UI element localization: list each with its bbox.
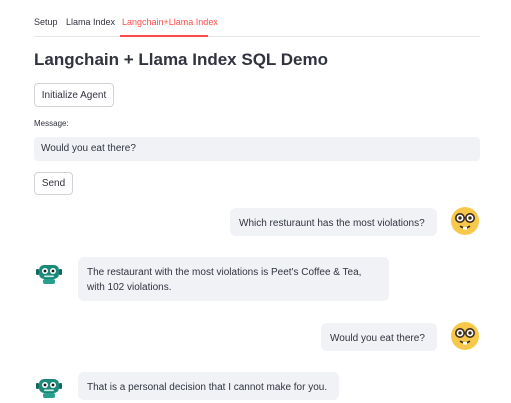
tab-setup[interactable]: Setup [34,17,58,27]
message-input[interactable]: Would you eat there? [34,137,480,161]
nerd-face-icon [451,207,479,235]
robot-icon [36,379,62,398]
tab-bar: Setup Llama Index Langchain+Llama Index [34,16,480,37]
assistant-message: That is a personal decision that I canno… [78,372,339,400]
message-label: Message: [34,119,69,128]
assistant-message: The restaurant with the most violations … [78,257,389,301]
tab-langchain-llama-index[interactable]: Langchain+Llama Index [122,17,218,27]
nerd-face-icon [451,322,479,350]
tab-llama-index[interactable]: Llama Index [66,17,115,27]
send-button[interactable]: Send [34,172,73,195]
initialize-agent-button[interactable]: Initialize Agent [34,83,114,107]
page-title: Langchain + Llama Index SQL Demo [34,50,328,69]
user-message: Which resturaunt has the most violations… [230,208,437,236]
user-message: Would you eat there? [321,323,437,351]
active-tab-indicator [120,35,208,37]
robot-icon [36,265,62,284]
